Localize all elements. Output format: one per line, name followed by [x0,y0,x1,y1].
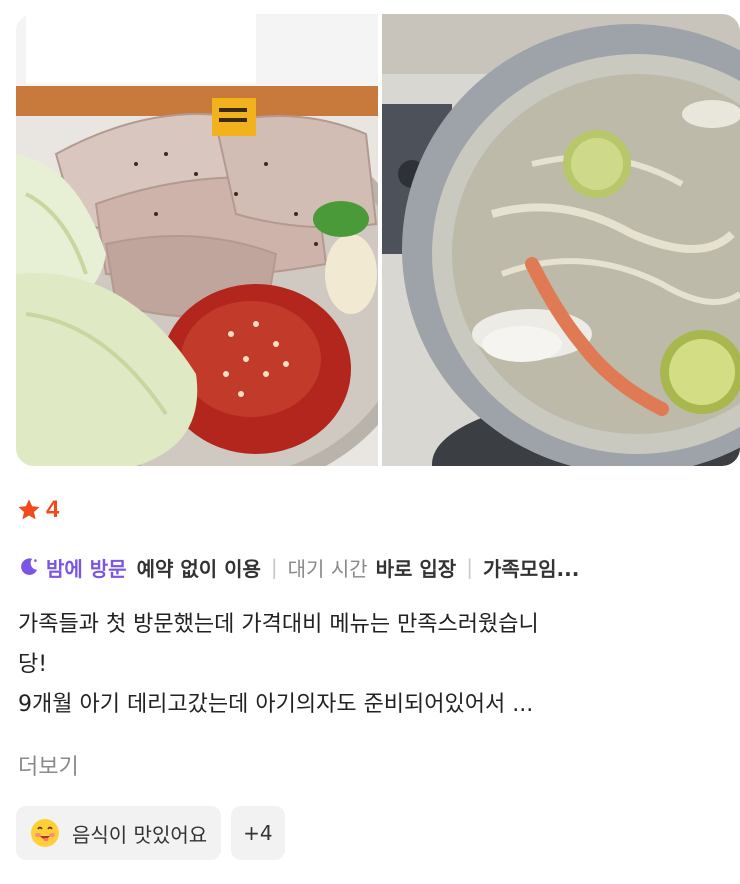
review-card: 4 밤에 방문 예약 없이 이용 | 대기 시간 바로 입장 | 가족모임...… [0,0,740,884]
bossam-platter-photo[interactable] [16,14,378,466]
keyword-chip-food[interactable]: 음식이 맛있어요 [16,806,222,860]
divider: | [270,555,278,579]
rating: 4 [16,494,59,526]
yum-emoji-icon [31,819,59,847]
wait-time-label: 대기 시간 [287,556,368,581]
wait-time-value: 바로 입장 [375,556,457,581]
review-text-line: 9개월 아기 데리고갔는데 아기의자도 준비되어있어서 ... [18,692,534,717]
star-icon [18,499,40,520]
more-keywords-chip[interactable]: +4 [231,806,285,860]
more-button[interactable]: 더보기 [18,750,79,786]
reservation-label: 예약 없이 이용 [136,556,261,581]
review-text-line: 당! [18,652,48,677]
photo-strip[interactable] [16,14,740,466]
hot-pot-photo[interactable] [382,14,740,466]
keyword-chips: 음식이 맛있어요 +4 [16,806,285,860]
review-text-line: 가족들과 첫 방문했는데 가격대비 메뉴는 만족스러웠습니 [18,612,539,637]
rating-value: 4 [46,496,60,523]
review-text[interactable]: 가족들과 첫 방문했는데 가격대비 메뉴는 만족스러웠습니 당! 9개월 아기 … [18,605,718,725]
keyword-label: 음식이 맛있어요 [72,822,208,847]
moon-icon [21,558,38,575]
divider: | [466,555,473,579]
visit-purpose-label: 가족모임... [482,556,580,581]
visit-time-label: 밤에 방문 [46,556,127,581]
visit-time-tag: 밤에 방문 [18,553,127,582]
visit-info: 밤에 방문 예약 없이 이용 | 대기 시간 바로 입장 | 가족모임... [18,550,708,584]
